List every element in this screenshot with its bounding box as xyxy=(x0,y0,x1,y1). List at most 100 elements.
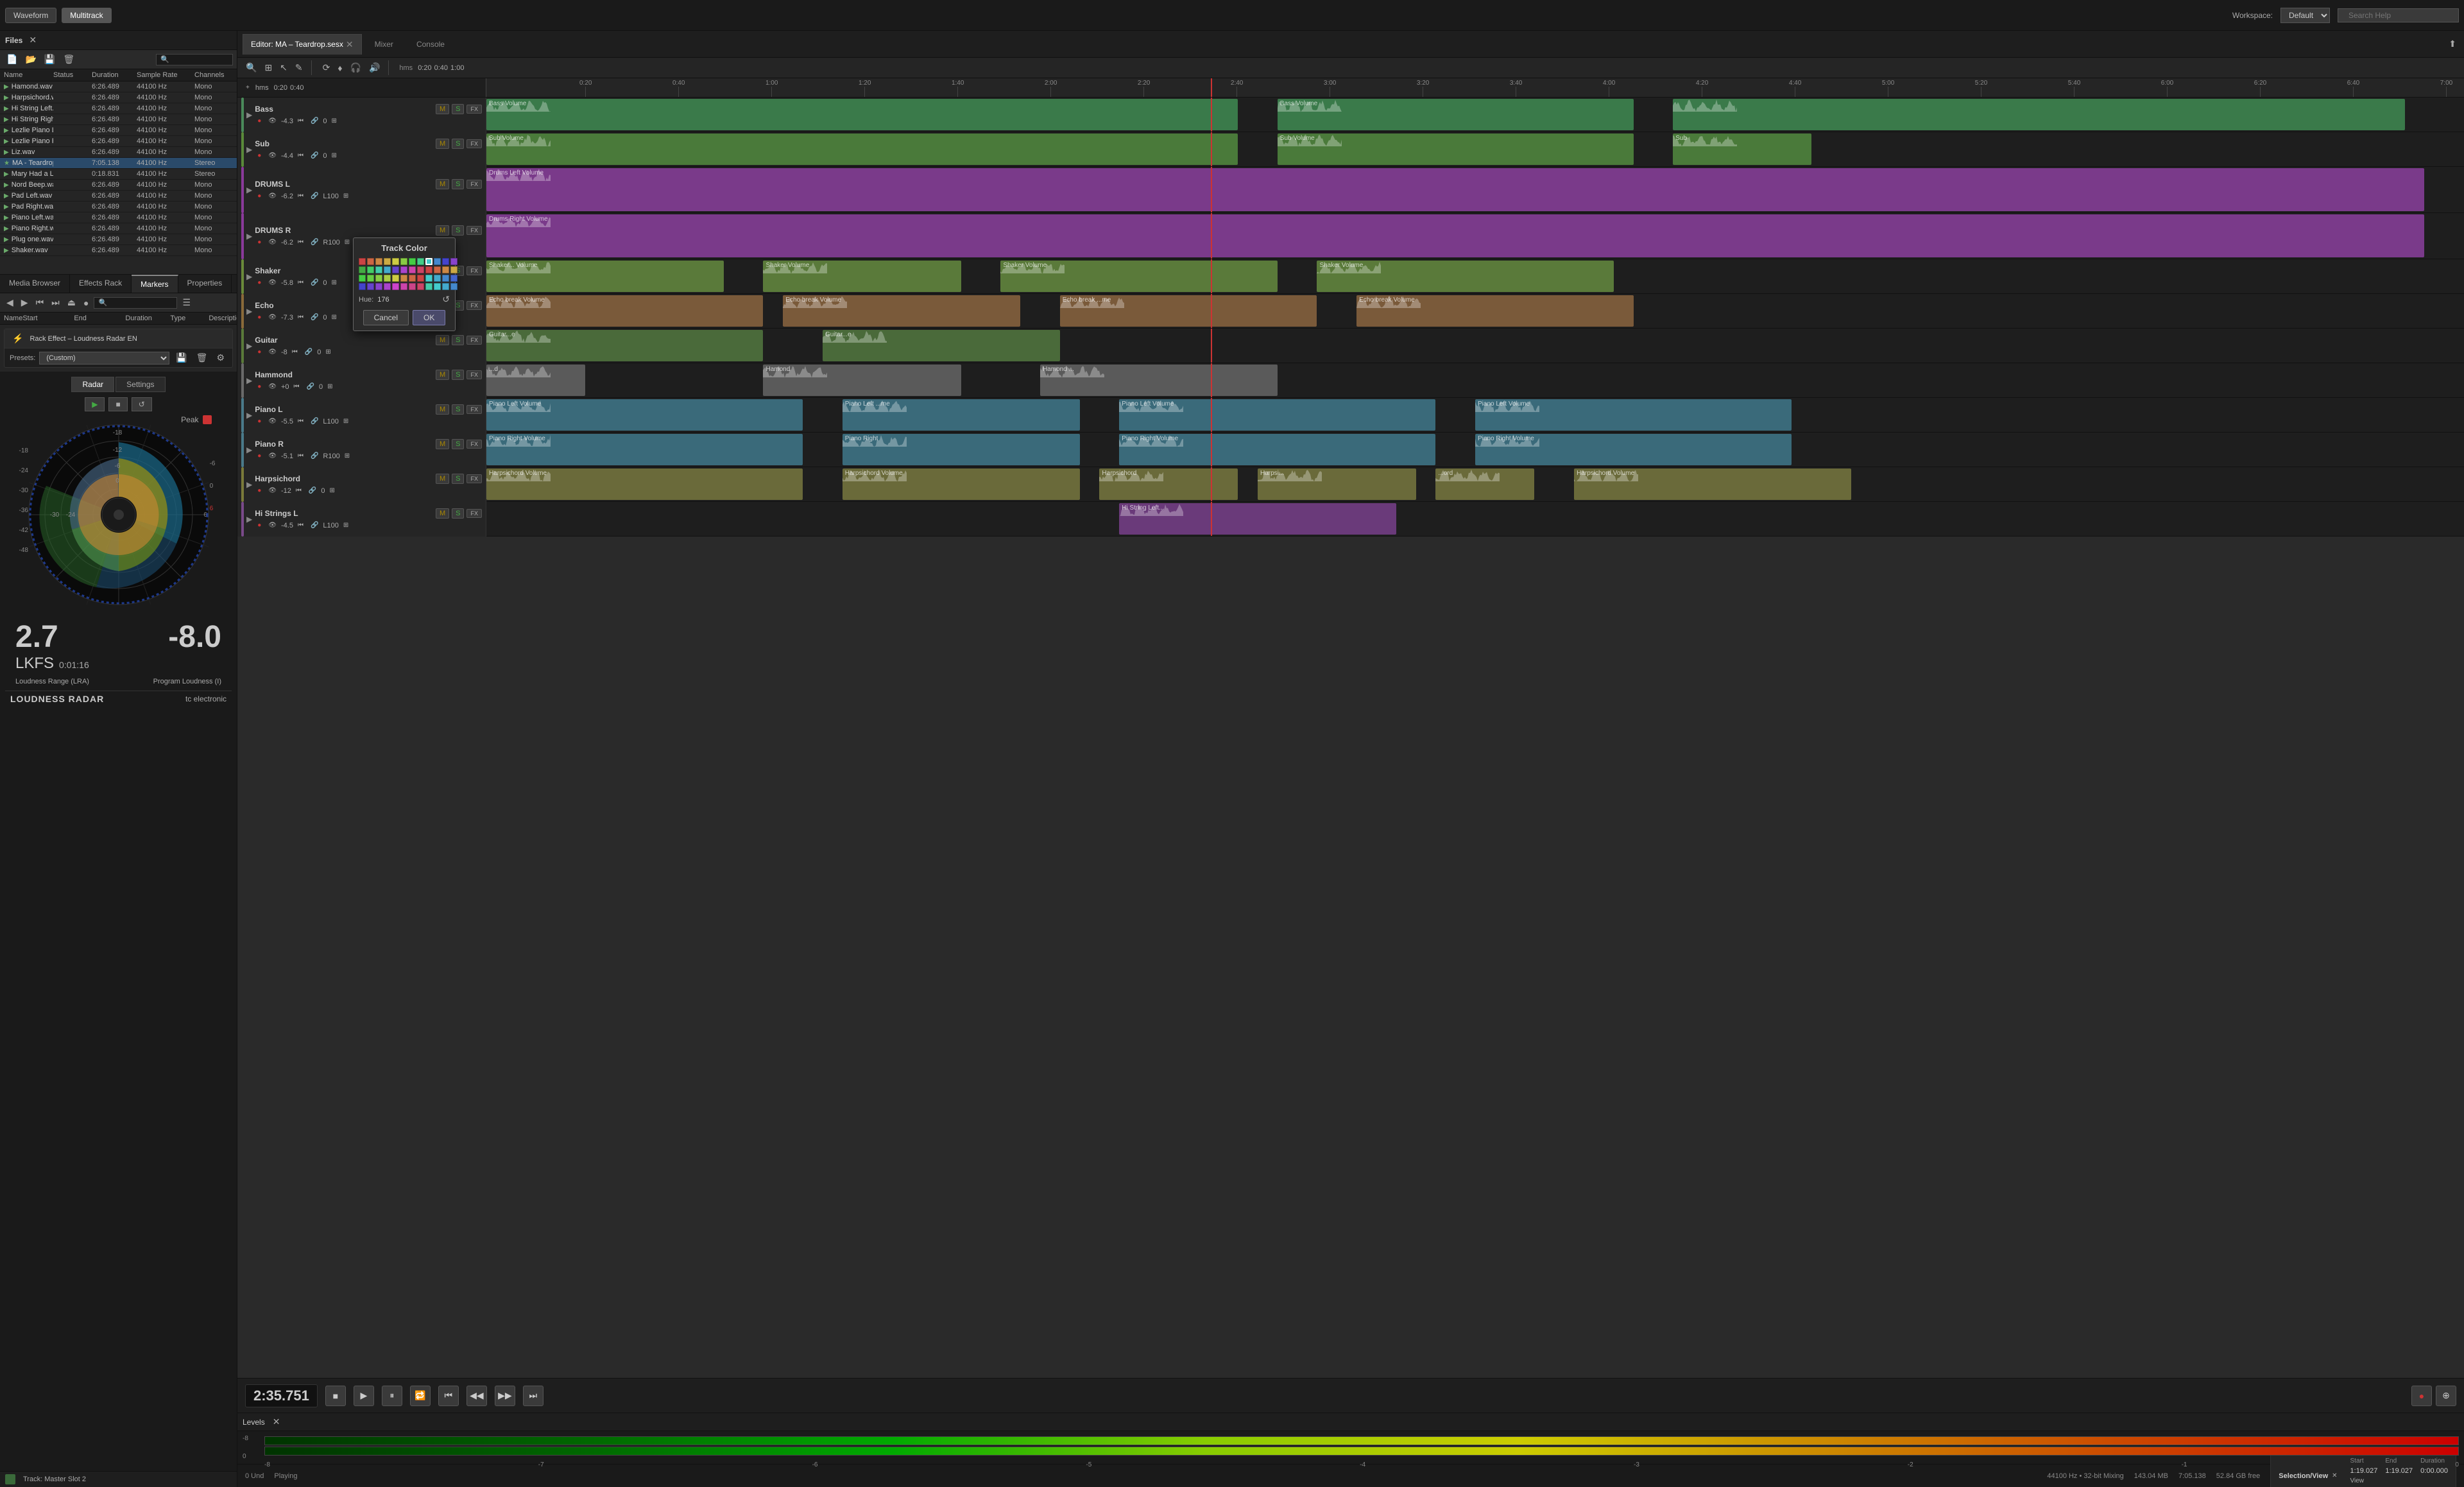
track-segment[interactable]: Harpsi... xyxy=(1258,468,1416,500)
track-segment[interactable]: Echo break Volume xyxy=(783,295,1020,327)
track-link-btn[interactable]: 🔗 xyxy=(302,347,315,357)
file-row[interactable]: ▶ Shaker.wav 6:26.489 44100 Hz Mono xyxy=(0,245,237,256)
effects-menu-btn[interactable]: ☰ xyxy=(180,296,193,309)
file-row[interactable]: ▶ Mary Had a Little Lamb.wav 0:18.831 44… xyxy=(0,169,237,180)
track-segment[interactable]: Guitar...e xyxy=(823,330,1060,361)
track-segment[interactable]: Piano Left Volume xyxy=(1475,399,1792,431)
file-row[interactable]: ▶ Lezlie Piano Left.wav 6:26.489 44100 H… xyxy=(0,125,237,136)
color-swatch[interactable] xyxy=(375,258,382,265)
track-content[interactable]: Hi String Left... xyxy=(486,502,2464,536)
track-rewind-btn[interactable]: ⏮ xyxy=(295,313,306,322)
track-rewind-btn[interactable]: ⏮ xyxy=(295,116,306,126)
track-content[interactable]: ...dHamondHamond ... xyxy=(486,363,2464,397)
workspace-select[interactable]: Default xyxy=(2280,8,2330,23)
track-mute-btn[interactable]: M xyxy=(436,508,449,519)
track-rewind-btn[interactable]: ⏮ xyxy=(289,347,300,357)
track-more-btn[interactable]: ⊞ xyxy=(341,520,351,530)
track-more-btn[interactable]: ⊞ xyxy=(329,116,339,126)
track-segment[interactable]: Piano Right Volume xyxy=(1475,434,1792,465)
track-record-btn[interactable]: ● xyxy=(255,520,264,530)
track-link-btn[interactable]: 🔗 xyxy=(308,278,321,288)
track-segment[interactable]: Harpsichord Volume xyxy=(486,468,803,500)
modal-cancel-btn[interactable]: Cancel xyxy=(363,310,409,325)
radar-stop-btn[interactable]: ■ xyxy=(108,397,127,411)
track-more-btn[interactable]: ⊞ xyxy=(323,347,333,357)
track-record-btn[interactable]: ● xyxy=(255,191,264,201)
track-monitor-btn[interactable]: 👁 xyxy=(266,278,279,288)
track-monitor-btn[interactable]: 👁 xyxy=(266,237,279,247)
track-expand-btn[interactable]: ▶ xyxy=(246,445,252,454)
radar-tab-settings[interactable]: Settings xyxy=(116,377,165,392)
color-swatch[interactable] xyxy=(359,275,366,282)
transport-pause[interactable]: ⏸ xyxy=(382,1386,402,1406)
transport-forward-end[interactable]: ⏭ xyxy=(523,1386,543,1406)
track-record-btn[interactable]: ● xyxy=(255,151,264,160)
track-record-btn[interactable]: ● xyxy=(255,451,264,461)
color-swatch[interactable] xyxy=(425,275,432,282)
color-swatch[interactable] xyxy=(400,275,407,282)
file-row[interactable]: ▶ Harpsichord.wav * 6:26.489 44100 Hz Mo… xyxy=(0,92,237,103)
track-solo-btn[interactable]: S xyxy=(452,335,464,345)
track-segment[interactable]: ...d xyxy=(486,365,585,396)
files-search-input[interactable] xyxy=(156,54,233,65)
track-monitor-btn[interactable]: 👁 xyxy=(266,116,279,126)
track-expand-btn[interactable]: ▶ xyxy=(246,110,252,119)
track-segment[interactable]: Hamond ... xyxy=(1040,365,1278,396)
track-segment[interactable]: Echo break Volume xyxy=(486,295,763,327)
track-more-btn[interactable]: ⊞ xyxy=(342,451,352,461)
color-swatch[interactable] xyxy=(384,266,391,273)
toolbar-marker[interactable]: ♦ xyxy=(334,61,345,75)
track-link-btn[interactable]: 🔗 xyxy=(308,313,321,322)
track-fx-btn[interactable]: FX xyxy=(466,301,482,310)
track-mute-btn[interactable]: M xyxy=(436,474,449,484)
track-fx-btn[interactable]: FX xyxy=(466,266,482,275)
track-solo-btn[interactable]: S xyxy=(452,370,464,380)
track-segment[interactable]: Harpsichord xyxy=(1099,468,1238,500)
modal-ok-btn[interactable]: OK xyxy=(413,310,445,325)
track-rewind-btn[interactable]: ⏮ xyxy=(295,237,306,247)
color-swatch[interactable] xyxy=(425,266,432,273)
track-mute-btn[interactable]: M xyxy=(436,139,449,149)
track-rewind-btn[interactable]: ⏮ xyxy=(295,451,306,461)
color-swatch[interactable] xyxy=(434,275,441,282)
effects-tool-btn2[interactable]: ▶ xyxy=(19,296,31,309)
color-swatch[interactable] xyxy=(359,258,366,265)
track-segment[interactable]: Bass Volume xyxy=(486,99,1238,130)
mixer-tab[interactable]: Mixer xyxy=(364,37,404,51)
track-segment[interactable]: Drums Right Volume xyxy=(486,214,2424,257)
files-close-btn[interactable]: ✕ xyxy=(26,33,39,47)
track-link-btn[interactable]: 🔗 xyxy=(308,451,321,461)
track-content[interactable]: Guitar...eGuitar...e xyxy=(486,329,2464,363)
track-expand-btn[interactable]: ▶ xyxy=(246,272,252,281)
track-record-btn[interactable]: ● xyxy=(255,382,264,391)
presets-delete-btn[interactable]: 🗑 xyxy=(194,351,210,365)
track-link-btn[interactable]: 🔗 xyxy=(308,417,321,426)
track-link-btn[interactable]: 🔗 xyxy=(304,382,317,391)
waveform-tab[interactable]: Waveform xyxy=(5,8,56,23)
track-segment[interactable]: Bass Volume xyxy=(1278,99,1634,130)
selection-view-close[interactable]: ✕ xyxy=(2329,1471,2340,1481)
track-segment[interactable]: Sub Volume xyxy=(1278,133,1634,165)
track-expand-btn[interactable]: ▶ xyxy=(246,376,252,385)
track-mute-btn[interactable]: M xyxy=(436,370,449,380)
track-segment[interactable]: ...ord xyxy=(1435,468,1534,500)
track-content[interactable]: Shaker... VolumeShaker VolumeShaker Volu… xyxy=(486,259,2464,293)
color-swatch[interactable] xyxy=(392,258,399,265)
track-segment[interactable]: Sub xyxy=(1673,133,1811,165)
toolbar-add-track[interactable]: + xyxy=(243,82,253,93)
track-fx-btn[interactable]: FX xyxy=(466,440,482,449)
track-fx-btn[interactable]: FX xyxy=(466,105,482,114)
track-content[interactable]: Drums Right Volume xyxy=(486,213,2464,259)
levels-close-btn[interactable]: ✕ xyxy=(270,1415,283,1429)
files-new-btn[interactable]: 📄 xyxy=(4,53,20,66)
track-rewind-btn[interactable]: ⏮ xyxy=(293,486,304,495)
track-link-btn[interactable]: 🔗 xyxy=(306,486,319,495)
color-swatch[interactable] xyxy=(384,275,391,282)
track-mute-btn[interactable]: M xyxy=(436,179,449,189)
color-swatch[interactable] xyxy=(425,283,432,290)
track-segment[interactable] xyxy=(1673,99,2404,130)
transport-loop[interactable]: 🔁 xyxy=(410,1386,431,1406)
color-swatch[interactable] xyxy=(367,275,374,282)
track-monitor-btn[interactable]: 👁 xyxy=(266,151,279,160)
transport-forward[interactable]: ▶▶ xyxy=(495,1386,515,1406)
